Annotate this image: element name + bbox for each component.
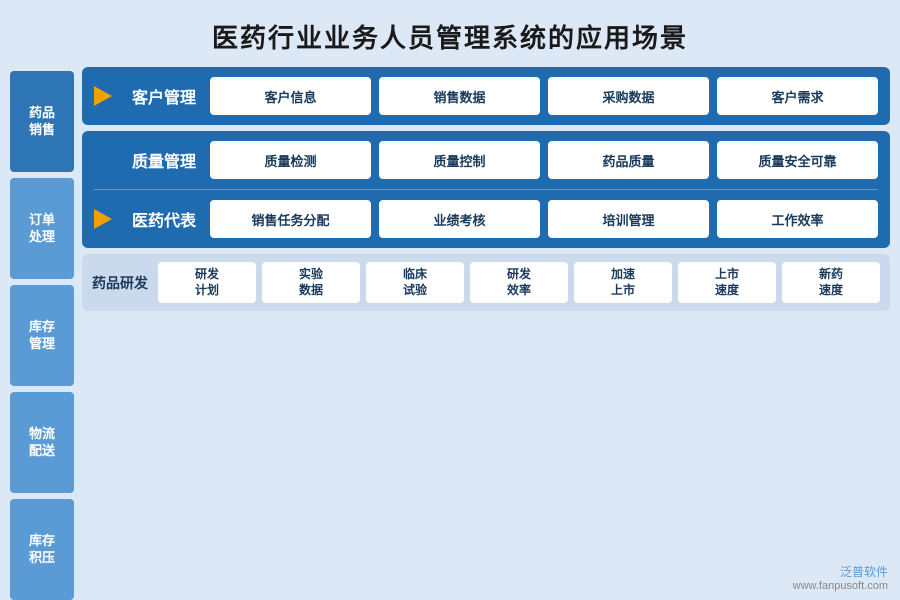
- section-label-kehu-guanli: 客户管理: [132, 84, 200, 108]
- main-container: 医药行业业务人员管理系统的应用场景 药品 销售订单 处理库存 管理物流 配送库存…: [0, 0, 900, 600]
- content-area: 药品 销售订单 处理库存 管理物流 配送库存 积压 客户管理客户信息销售数据采购…: [0, 67, 900, 600]
- bottom-card-0[interactable]: 研发 计划: [158, 262, 256, 303]
- card-zhiliang-guanli-0[interactable]: 质量检测: [210, 141, 371, 179]
- cards-kehu-guanli: 客户信息销售数据采购数据客户需求: [210, 77, 878, 115]
- card-zhiliang-guanli-3[interactable]: 质量安全可靠: [717, 141, 878, 179]
- card-kehu-guanli-0[interactable]: 客户信息: [210, 77, 371, 115]
- card-kehu-guanli-1[interactable]: 销售数据: [379, 77, 540, 115]
- sidebar: 药品 销售订单 处理库存 管理物流 配送库存 积压: [10, 67, 74, 600]
- sidebar-item-yaopin-xiaoshou[interactable]: 药品 销售: [10, 71, 74, 172]
- section-label-yiyao-daibiao: 医药代表: [132, 207, 200, 231]
- card-kehu-guanli-2[interactable]: 采购数据: [548, 77, 709, 115]
- sidebar-item-wuliu-peisong[interactable]: 物流 配送: [10, 392, 74, 493]
- card-yiyao-daibiao-2[interactable]: 培训管理: [548, 200, 709, 238]
- card-zhiliang-guanli-1[interactable]: 质量控制: [379, 141, 540, 179]
- section-label-zhiliang-guanli: 质量管理: [132, 148, 200, 172]
- cards-zhiliang-guanli: 质量检测质量控制药品质量质量安全可靠: [210, 141, 878, 179]
- sidebar-item-kucun-jiya[interactable]: 库存 积压: [10, 499, 74, 600]
- card-zhiliang-guanli-2[interactable]: 药品质量: [548, 141, 709, 179]
- bottom-card-5[interactable]: 上市 速度: [678, 262, 776, 303]
- card-yiyao-daibiao-0[interactable]: 销售任务分配: [210, 200, 371, 238]
- sidebar-item-dingdan-chuli[interactable]: 订单 处理: [10, 178, 74, 279]
- card-yiyao-daibiao-1[interactable]: 业绩考核: [379, 200, 540, 238]
- watermark-url: www.fanpusoft.com: [793, 580, 888, 592]
- bottom-card-3[interactable]: 研发 效率: [470, 262, 568, 303]
- bottom-label: 药品研发: [92, 273, 150, 293]
- card-yiyao-daibiao-3[interactable]: 工作效率: [717, 200, 878, 238]
- bottom-cards: 研发 计划实验 数据临床 试验研发 效率加速 上市上市 速度新药 速度: [158, 262, 880, 303]
- watermark-logo: 泛普软件: [793, 563, 888, 580]
- watermark: 泛普软件 www.fanpusoft.com: [793, 563, 888, 592]
- arrow-kehu-guanli: [94, 86, 112, 106]
- bottom-card-2[interactable]: 临床 试验: [366, 262, 464, 303]
- panel-kehu-guanli: 客户管理客户信息销售数据采购数据客户需求: [82, 67, 890, 125]
- bottom-card-1[interactable]: 实验 数据: [262, 262, 360, 303]
- bottom-section: 药品研发 研发 计划实验 数据临床 试验研发 效率加速 上市上市 速度新药 速度: [82, 254, 890, 311]
- card-kehu-guanli-3[interactable]: 客户需求: [717, 77, 878, 115]
- cards-yiyao-daibiao: 销售任务分配业绩考核培训管理工作效率: [210, 200, 878, 238]
- bottom-card-6[interactable]: 新药 速度: [782, 262, 880, 303]
- page-title: 医药行业业务人员管理系统的应用场景: [212, 0, 688, 67]
- right-area: 客户管理客户信息销售数据采购数据客户需求质量管理质量检测质量控制药品质量质量安全…: [82, 67, 890, 600]
- arrow-yiyao-daibiao: [94, 209, 112, 229]
- bottom-card-4[interactable]: 加速 上市: [574, 262, 672, 303]
- sidebar-item-kucun-guanli[interactable]: 库存 管理: [10, 285, 74, 386]
- panel-combined: 质量管理质量检测质量控制药品质量质量安全可靠医药代表销售任务分配业绩考核培训管理…: [82, 131, 890, 248]
